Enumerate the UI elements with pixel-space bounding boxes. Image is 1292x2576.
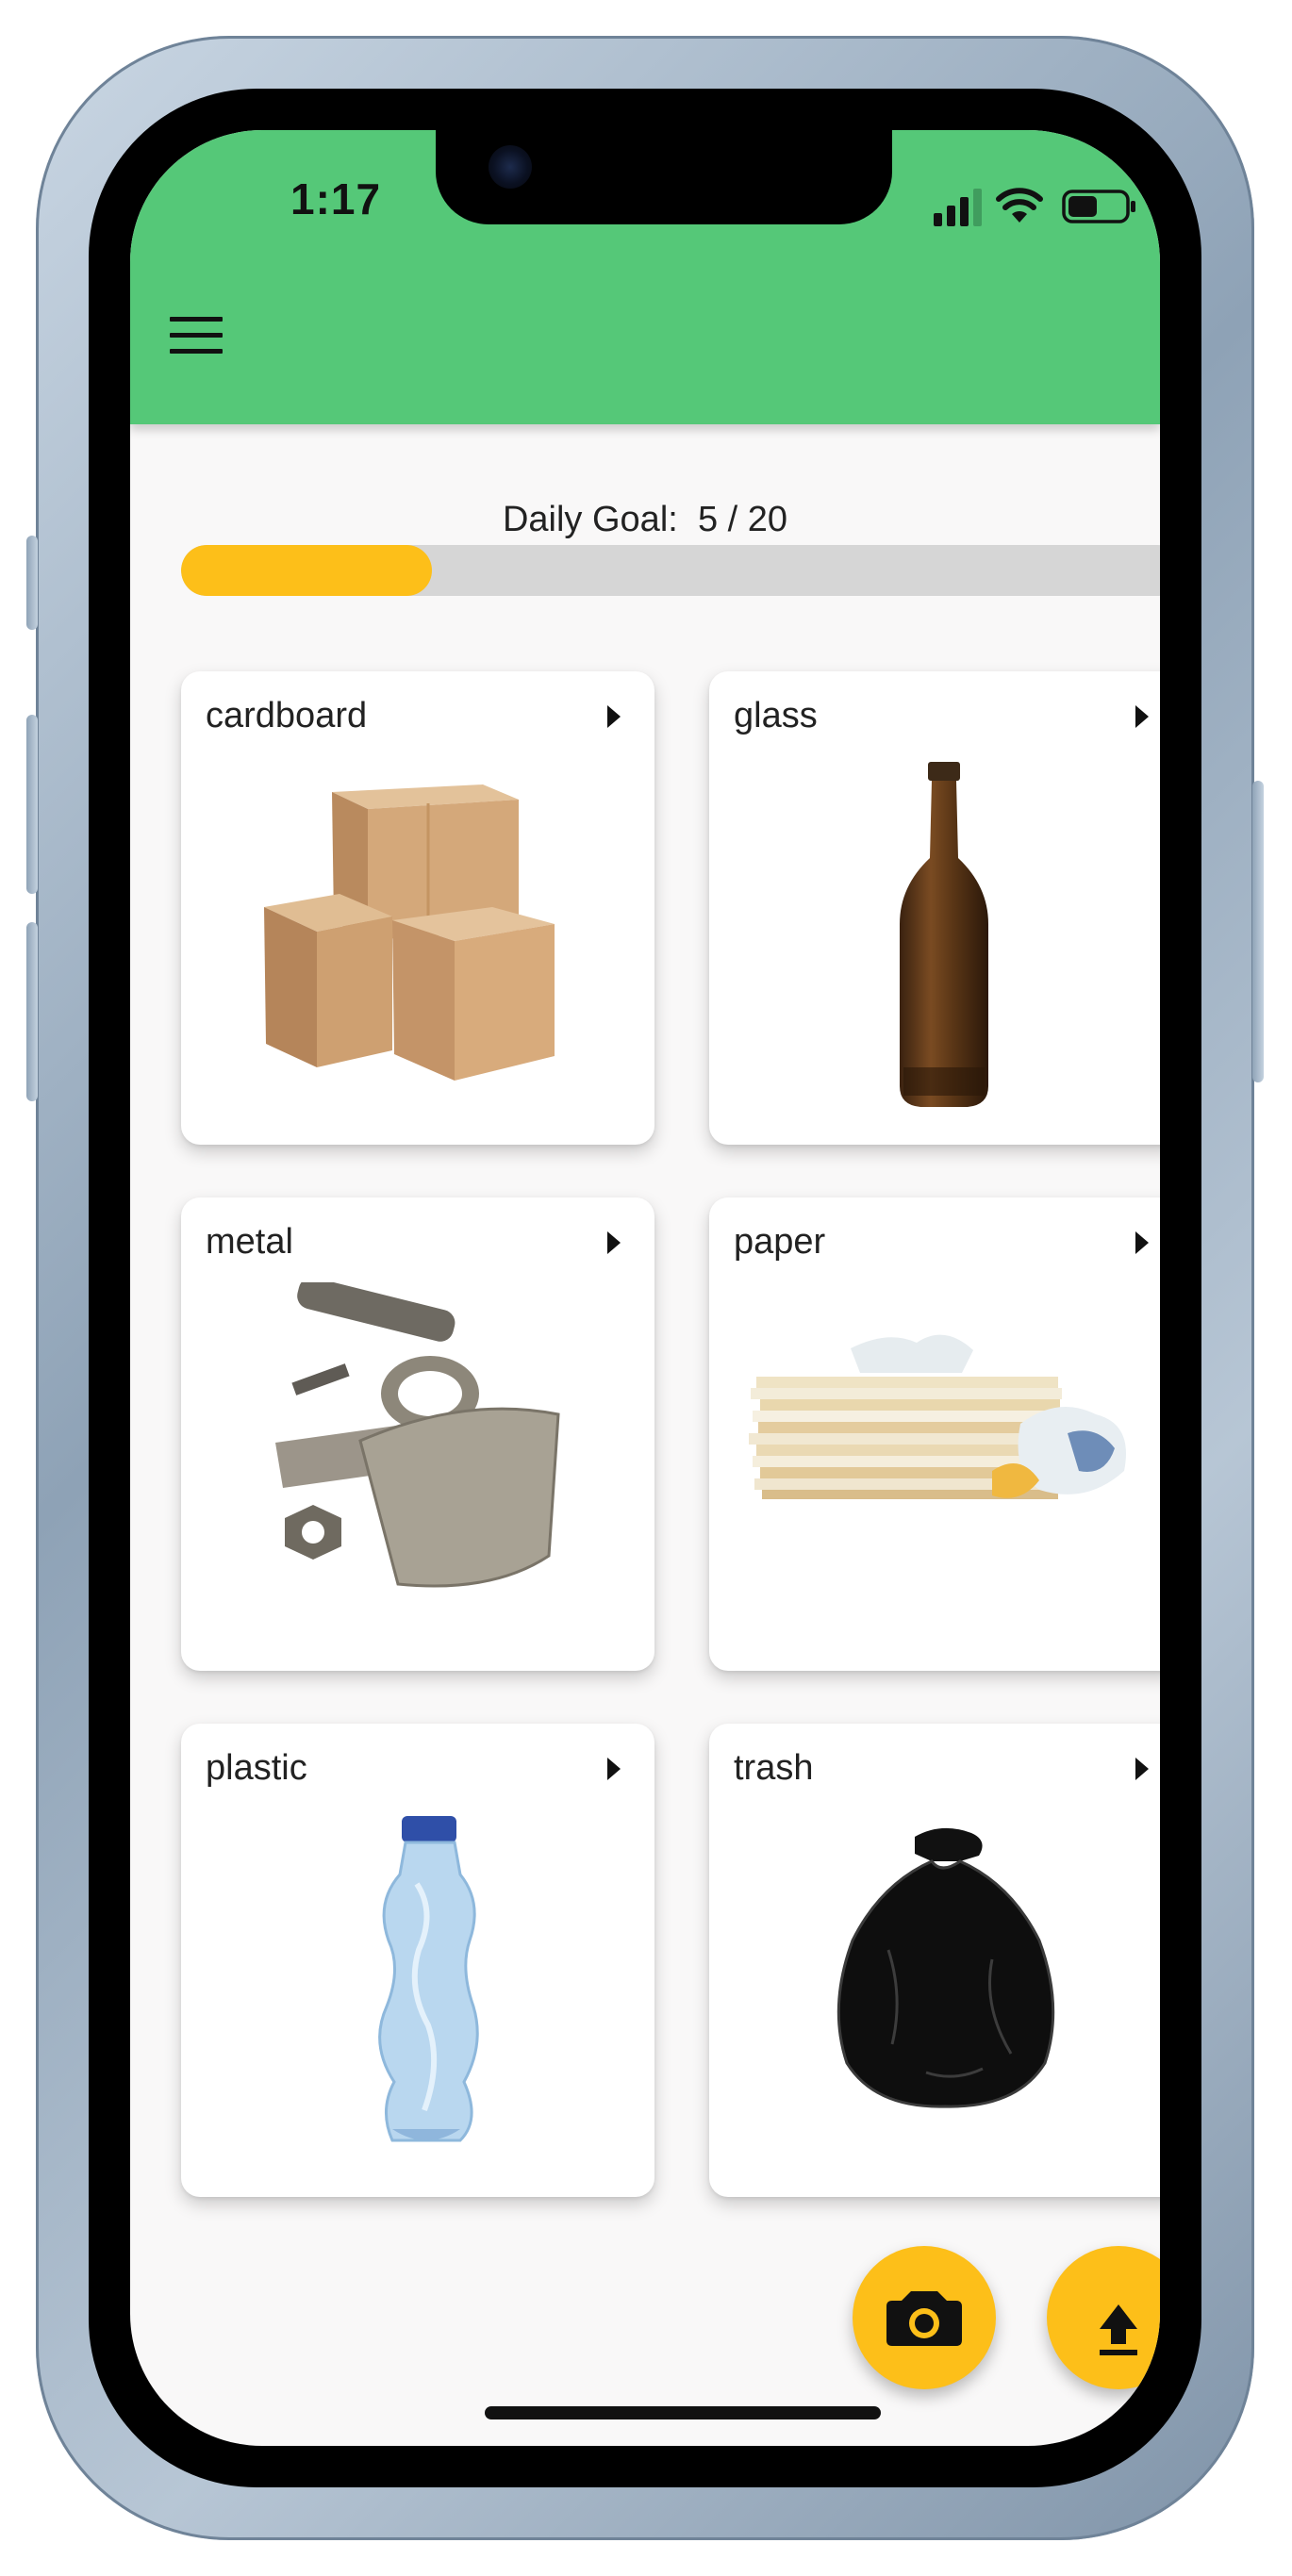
daily-goal-title: Daily Goal: <box>502 500 678 539</box>
play-arrow-icon <box>1135 1231 1149 1254</box>
category-label: paper <box>734 1222 826 1262</box>
daily-goal-progress-fill <box>181 545 432 596</box>
volume-down-button <box>26 922 38 1101</box>
paper-stack-image <box>749 1334 1126 1499</box>
battery-icon <box>1062 190 1135 223</box>
category-card-trash[interactable]: trash <box>709 1724 1160 2197</box>
category-label: cardboard <box>206 696 368 735</box>
trash-bag-image <box>836 1827 1055 2108</box>
cardboard-boxes-image <box>264 784 555 1081</box>
category-label: glass <box>734 696 818 735</box>
app-screen: 1:17 Daily Goal: 5 / 20 cardboard glass … <box>130 130 1160 2446</box>
home-indicator <box>485 2406 881 2419</box>
screen-bezel: 1:17 Daily Goal: 5 / 20 cardboard glass … <box>89 89 1201 2487</box>
daily-goal-label: Daily Goal: 5 / 20 <box>130 500 1160 540</box>
category-card-glass[interactable]: glass <box>709 671 1160 1145</box>
plastic-bottle-image <box>378 1816 479 2142</box>
daily-goal-value: 5 / 20 <box>697 500 788 539</box>
category-label: plastic <box>206 1748 307 1788</box>
category-card-paper[interactable]: paper <box>709 1197 1160 1671</box>
camera-icon <box>886 2291 962 2346</box>
camera-button[interactable] <box>853 2246 996 2389</box>
front-camera <box>489 145 532 189</box>
notch <box>436 130 892 224</box>
category-label: metal <box>206 1222 293 1262</box>
play-arrow-icon <box>1135 1758 1149 1780</box>
upload-button[interactable] <box>1047 2246 1160 2389</box>
cellular-signal-icon <box>934 189 982 226</box>
category-card-metal[interactable]: metal <box>181 1197 654 1671</box>
upload-icon <box>1100 2304 1137 2355</box>
app-bar: 1:17 <box>130 130 1160 424</box>
metal-scrap-image <box>275 1282 560 1588</box>
wifi-icon <box>996 188 1043 223</box>
play-arrow-icon <box>1135 705 1149 728</box>
play-arrow-icon <box>607 1758 621 1780</box>
category-label: trash <box>734 1748 814 1788</box>
glass-bottle-image <box>900 762 988 1107</box>
daily-goal-progress-bar <box>181 545 1160 596</box>
play-arrow-icon <box>607 705 621 728</box>
category-card-plastic[interactable]: plastic <box>181 1724 654 2197</box>
category-card-cardboard[interactable]: cardboard <box>181 671 654 1145</box>
power-button <box>1252 781 1264 1082</box>
hamburger-menu-icon[interactable] <box>170 317 223 360</box>
phone-frame: 1:17 Daily Goal: 5 / 20 cardboard glass … <box>26 36 1264 2540</box>
volume-up-button <box>26 715 38 894</box>
status-time: 1:17 <box>290 174 382 223</box>
mute-switch <box>26 536 38 630</box>
play-arrow-icon <box>607 1231 621 1254</box>
